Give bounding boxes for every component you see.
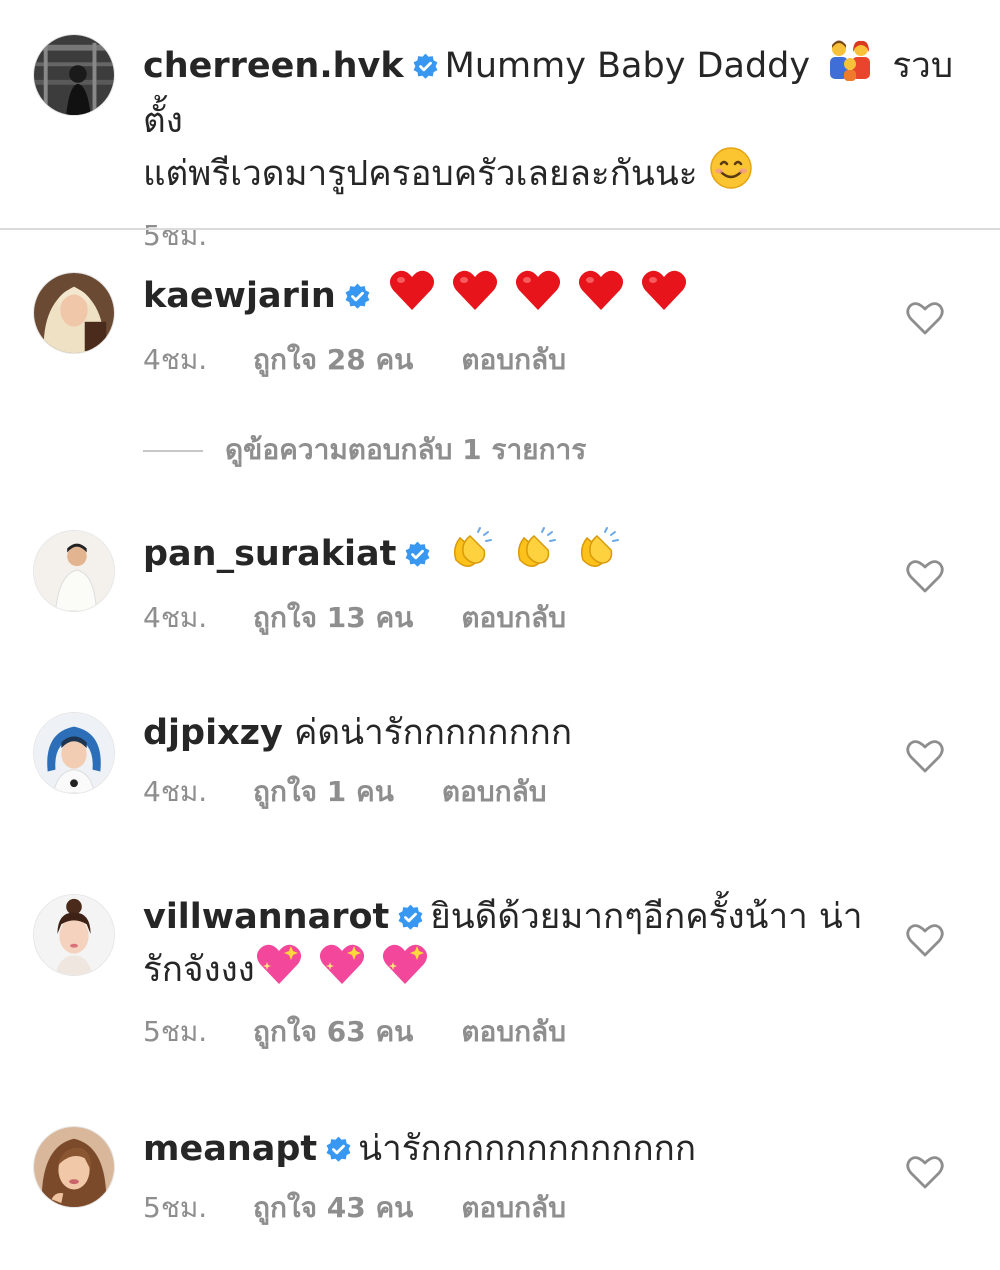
verified-badge-icon <box>344 283 371 310</box>
smiling-face-emoji <box>709 146 753 204</box>
heart-outline-icon[interactable] <box>906 558 944 594</box>
comment-timestamp: 5ชม. <box>143 1015 208 1048</box>
avatar[interactable] <box>33 530 115 612</box>
red-heart-emoji <box>640 268 688 326</box>
avatar[interactable] <box>33 712 115 794</box>
comment-likes[interactable]: ถูกใจ 43 คน <box>253 1188 413 1228</box>
avatar-image <box>34 273 114 353</box>
comment-likes[interactable]: ถูกใจ 13 คน <box>253 598 413 638</box>
clapping-hands-emoji <box>575 526 623 584</box>
sparkling-heart-emoji <box>318 942 366 1000</box>
comment-text: ยินดีด้วยมากๆอีกครั้งน้าา น่า <box>430 897 863 937</box>
comment-emoji-row <box>388 268 693 326</box>
clapping-hands-emoji <box>448 526 496 584</box>
sparkling-heart-emoji <box>381 942 429 1000</box>
clapping-hands-emoji <box>512 526 560 584</box>
comment-username[interactable]: pan_surakiat <box>143 534 396 574</box>
reply-button[interactable]: ตอบกลับ <box>461 1188 566 1228</box>
avatar[interactable] <box>33 1126 115 1208</box>
verified-badge-icon <box>404 541 431 568</box>
reply-button[interactable]: ตอบกลับ <box>461 1012 566 1052</box>
comment-likes[interactable]: ถูกใจ 63 คน <box>253 1012 413 1052</box>
reply-button[interactable]: ตอบกลับ <box>461 340 566 380</box>
caption-timestamp: 5ชม. <box>143 219 208 252</box>
comment-text-line2: รักจังงง <box>143 950 255 990</box>
comment-emoji-row <box>448 526 626 584</box>
replies-dash <box>143 450 203 452</box>
comment-likes[interactable]: ถูกใจ 1 คน <box>253 772 394 812</box>
heart-outline-icon[interactable] <box>906 300 944 336</box>
red-heart-emoji <box>577 268 625 326</box>
comment-likes[interactable]: ถูกใจ 28 คน <box>253 340 413 380</box>
heart-outline-icon[interactable] <box>906 922 944 958</box>
heart-outline-icon[interactable] <box>906 738 944 774</box>
reply-button[interactable]: ตอบกลับ <box>461 598 566 638</box>
verified-badge-icon <box>412 53 439 80</box>
family-emoji <box>827 38 875 96</box>
comment-timestamp: 4ชม. <box>143 343 208 376</box>
red-heart-emoji <box>451 268 499 326</box>
verified-badge-icon <box>397 904 424 931</box>
avatar[interactable] <box>33 272 115 354</box>
avatar-image <box>34 713 114 793</box>
sparkling-heart-emoji <box>255 942 303 1000</box>
comment-username[interactable]: djpixzy <box>143 713 283 753</box>
avatar-image <box>34 531 114 611</box>
comment-username[interactable]: villwannarot <box>143 897 389 937</box>
reply-button[interactable]: ตอบกลับ <box>442 772 547 812</box>
avatar-image <box>34 35 114 115</box>
caption-text-line1: Mummy Baby Daddy <box>444 46 811 86</box>
view-replies-button[interactable]: ดูข้อความตอบกลับ 1 รายการ <box>143 430 586 470</box>
caption-text-line2: แต่พรีเวดมารูปครอบครัวเลยละกันนะ <box>143 154 698 194</box>
red-heart-emoji <box>388 268 436 326</box>
comment-emoji-row <box>255 942 433 1000</box>
view-replies-label: ดูข้อความตอบกลับ 1 รายการ <box>225 433 587 466</box>
avatar-image <box>34 895 114 975</box>
avatar[interactable] <box>33 34 115 116</box>
comment-username[interactable]: kaewjarin <box>143 276 336 316</box>
comment-text: น่ารักกกกกกกกกกกกก <box>358 1129 697 1169</box>
comment-timestamp: 4ชม. <box>143 775 208 808</box>
heart-outline-icon[interactable] <box>906 1154 944 1190</box>
caption-username[interactable]: cherreen.hvk <box>143 46 404 86</box>
comment-text: ค่ดน่ารักกกกกกกก <box>294 713 573 753</box>
avatar[interactable] <box>33 894 115 976</box>
comment-username[interactable]: meanapt <box>143 1129 317 1169</box>
divider <box>0 228 1000 230</box>
verified-badge-icon <box>325 1136 352 1163</box>
red-heart-emoji <box>514 268 562 326</box>
comment-timestamp: 5ชม. <box>143 1191 208 1224</box>
avatar-image <box>34 1127 114 1207</box>
comment-timestamp: 4ชม. <box>143 601 208 634</box>
